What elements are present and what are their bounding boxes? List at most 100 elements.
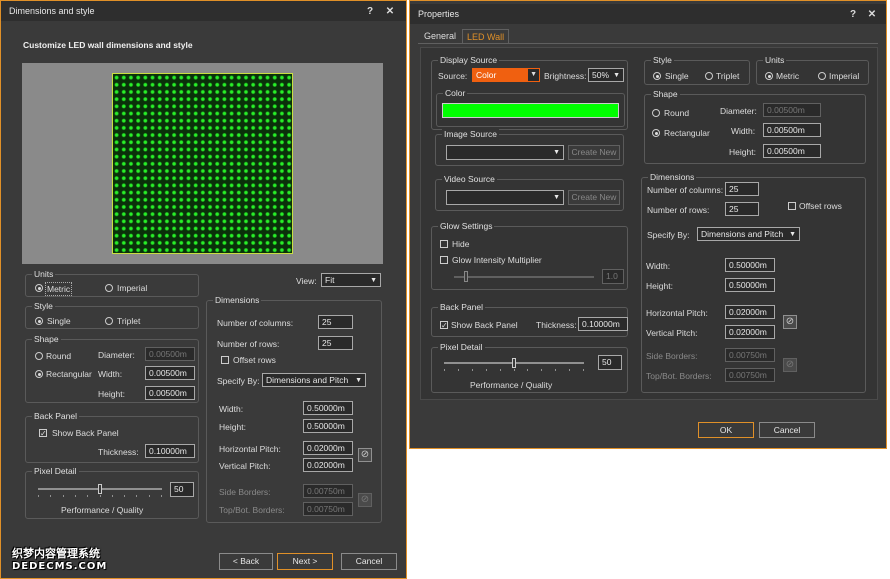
glow-multiplier-checkbox[interactable]	[440, 256, 448, 264]
slider-tick	[112, 495, 113, 497]
slider-tick	[63, 495, 64, 497]
rectangular-radio[interactable]	[652, 129, 660, 137]
offset-rows-checkbox[interactable]	[221, 356, 229, 364]
next-button[interactable]: Next >	[277, 553, 333, 570]
view-select[interactable]: Fit ▼	[321, 273, 381, 287]
close-button[interactable]: ✕	[866, 9, 878, 20]
pitch-lock-icon[interactable]: ⊘	[358, 448, 372, 462]
dimensions-title: Dimensions	[648, 172, 697, 183]
color-title: Color	[443, 88, 468, 99]
border-lock-icon[interactable]: ⊘	[358, 493, 372, 507]
hpitch-input[interactable]: 0.02000m	[725, 305, 775, 319]
round-radio[interactable]	[652, 109, 660, 117]
ok-button[interactable]: OK	[698, 422, 754, 438]
glow-hide-checkbox[interactable]	[440, 240, 448, 248]
side-borders-input[interactable]: 0.00750m	[725, 348, 775, 362]
vpitch-input[interactable]: 0.02000m	[725, 325, 775, 339]
shape-height-input[interactable]: 0.00500m	[145, 386, 195, 400]
glow-slider[interactable]	[454, 271, 594, 283]
pixel-detail-input[interactable]: 50	[170, 482, 194, 497]
glow-value-input[interactable]: 1.0	[602, 269, 624, 284]
single-radio[interactable]	[35, 317, 43, 325]
title-bar: Properties	[410, 4, 886, 24]
columns-input[interactable]: 25	[318, 315, 353, 329]
triplet-radio[interactable]	[105, 317, 113, 325]
specify-by-value: Dimensions and Pitch	[266, 375, 349, 385]
pixel-detail-input[interactable]: 50	[598, 355, 622, 370]
shape-width-input[interactable]: 0.00500m	[763, 123, 821, 137]
dimensions-group: Dimensions Number of columns: 25 Number …	[206, 295, 382, 523]
hpitch-input[interactable]: 0.02000m	[303, 441, 353, 455]
cancel-button[interactable]: Cancel	[759, 422, 815, 438]
pitch-lock-icon[interactable]: ⊘	[783, 315, 797, 329]
slider-tick	[444, 369, 445, 371]
help-button[interactable]: ?	[847, 9, 859, 20]
source-select[interactable]: Color ▼	[472, 68, 540, 82]
brightness-select[interactable]: 50% ▼	[588, 68, 624, 82]
close-button[interactable]: ✕	[384, 6, 396, 17]
triplet-radio[interactable]	[705, 72, 713, 80]
dim-height-label: Height:	[646, 281, 673, 291]
color-swatch[interactable]	[442, 103, 619, 118]
offset-rows-checkbox[interactable]	[788, 202, 796, 210]
slider-thumb[interactable]	[98, 484, 102, 494]
dim-height-input[interactable]: 0.50000m	[303, 419, 353, 433]
border-lock-icon[interactable]: ⊘	[783, 358, 797, 372]
specify-by-select[interactable]: Dimensions and Pitch ▼	[262, 373, 366, 387]
metric-radio[interactable]	[35, 284, 43, 292]
vpitch-label: Vertical Pitch:	[646, 328, 698, 338]
side-borders-input[interactable]: 0.00750m	[303, 484, 353, 498]
thickness-input[interactable]: 0.10000m	[578, 317, 628, 331]
tab-led-wall[interactable]: LED Wall	[462, 29, 510, 43]
imperial-radio[interactable]	[818, 72, 826, 80]
video-create-new-button[interactable]: Create New	[568, 190, 620, 205]
glow-slider-thumb[interactable]	[464, 271, 468, 282]
glow-slider-track	[454, 276, 594, 278]
imperial-radio[interactable]	[105, 284, 113, 292]
diameter-input[interactable]: 0.00500m	[145, 347, 195, 361]
slider-tick	[569, 369, 570, 371]
single-radio[interactable]	[653, 72, 661, 80]
dim-width-input[interactable]: 0.50000m	[725, 258, 775, 272]
rows-input[interactable]: 25	[725, 202, 759, 216]
watermark-url: DEDECMS.COM	[12, 561, 108, 572]
shape-height-input[interactable]: 0.00500m	[763, 144, 821, 158]
tab-general[interactable]: General	[420, 29, 460, 43]
round-radio[interactable]	[35, 352, 43, 360]
image-create-new-button[interactable]: Create New	[568, 145, 620, 160]
properties-dialog: Properties ? ✕ General LED Wall Display …	[409, 0, 887, 449]
slider-tick	[514, 369, 515, 371]
source-value: Color	[476, 70, 497, 80]
columns-input[interactable]: 25	[725, 182, 759, 196]
topbot-borders-input[interactable]: 0.00750m	[303, 502, 353, 516]
imperial-label: Imperial	[829, 71, 860, 81]
show-back-panel-checkbox[interactable]: ✓	[39, 429, 47, 438]
dialog-title: Dimensions and style	[9, 6, 95, 16]
slider-tick	[124, 495, 125, 497]
rectangular-radio[interactable]	[35, 370, 43, 378]
thickness-label: Thickness:	[98, 447, 139, 457]
help-button[interactable]: ?	[364, 6, 376, 17]
dim-height-input[interactable]: 0.50000m	[725, 278, 775, 292]
color-group: Color	[436, 88, 625, 127]
vpitch-input[interactable]: 0.02000m	[303, 458, 353, 472]
diameter-label: Diameter:	[98, 350, 135, 360]
cancel-button[interactable]: Cancel	[341, 553, 397, 570]
show-back-panel-checkbox[interactable]: ✓	[440, 321, 448, 330]
metric-radio[interactable]	[765, 72, 773, 80]
slider-thumb[interactable]	[512, 358, 516, 368]
pixel-detail-slider[interactable]	[444, 356, 584, 372]
diameter-input[interactable]: 0.00500m	[763, 103, 821, 117]
shape-width-input[interactable]: 0.00500m	[145, 366, 195, 380]
rows-input[interactable]: 25	[318, 336, 353, 350]
rows-label: Number of rows:	[217, 339, 280, 349]
back-button[interactable]: < Back	[219, 553, 273, 570]
dim-width-input[interactable]: 0.50000m	[303, 401, 353, 415]
side-borders-label: Side Borders:	[646, 351, 698, 361]
image-source-select[interactable]: ▼	[446, 145, 564, 160]
pixel-detail-slider[interactable]	[38, 482, 162, 498]
topbot-borders-input[interactable]: 0.00750m	[725, 368, 775, 382]
specify-by-select[interactable]: Dimensions and Pitch ▼	[697, 227, 800, 241]
thickness-input[interactable]: 0.10000m	[145, 444, 195, 458]
video-source-select[interactable]: ▼	[446, 190, 564, 205]
